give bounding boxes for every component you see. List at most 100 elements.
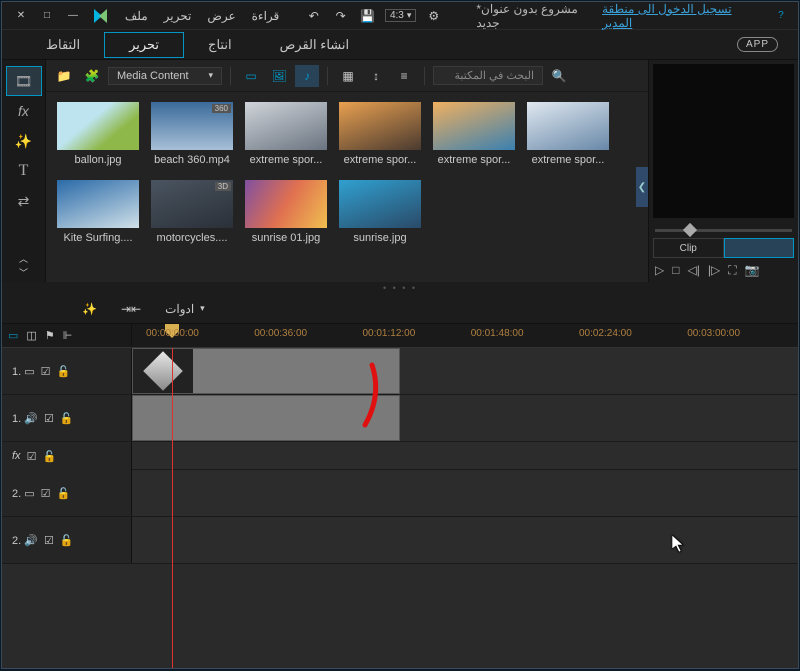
dropdown-label: Media Content [117,70,189,82]
track-lock-button[interactable]: 🔓 [60,534,74,547]
thumb-label: extreme spor... [244,154,328,166]
menu-edit[interactable]: تحرير [160,9,196,23]
sort-button[interactable]: ↕ [364,65,388,87]
media-thumb[interactable]: sunrise 01.jpg [244,180,328,244]
project-title: *مشروع بدون عنوان جديد [476,2,586,30]
transition-room-button[interactable]: ⇄ [6,186,42,216]
timeline-snap-button[interactable]: ⊩ [63,329,73,342]
app-logo [94,7,113,25]
time-ruler[interactable]: 00:00:00:0000:00:36:0000:01:12:0000:01:4… [132,324,798,347]
thumb-label: ballon.jpg [56,154,140,166]
track-lock-button[interactable]: 🔓 [60,412,74,425]
track-body[interactable] [132,470,798,516]
track-lock-button[interactable]: 🔓 [57,365,71,378]
save-button[interactable]: 💾 [358,6,377,26]
undo-button[interactable]: ↶ [304,6,323,26]
filter-image-button[interactable]: 🖼 [267,65,291,87]
help-button[interactable]: ? [770,6,792,26]
timeline: ▭ ◫ ⚑ ⊩ 00:00:00:0000:00:36:0000:01:12:0… [2,324,798,668]
tab-capture[interactable]: التقاط [22,33,104,57]
ruler-tick: 00:01:12:00 [362,328,415,339]
ruler-tick: 00:03:00:00 [687,328,740,339]
side-collapse-up[interactable]: ︿ [17,252,31,264]
settings-button[interactable]: ⚙ [424,6,443,26]
timeline-markers-button[interactable]: ⚑ [45,329,55,342]
track-enable-checkbox[interactable]: ☑ [44,412,54,425]
plugin-button[interactable]: 🧩 [80,65,104,87]
signin-link[interactable]: تسجيل الدخول الى منطقة المدير [602,2,742,30]
filter-audio-button[interactable]: ♪ [295,65,319,87]
app-store-button[interactable]: APP [737,37,778,52]
maximize-button[interactable]: □ [34,6,60,26]
tab-disc[interactable]: انشاء القرص [256,33,374,57]
fx-room-button[interactable]: fx [6,96,42,126]
stop-button[interactable]: □ [672,263,679,277]
search-input[interactable]: البحث في المكتبة [433,66,543,85]
media-thumb[interactable]: extreme spor... [338,102,422,166]
aspect-ratio-button[interactable]: 4:3▾ [385,9,416,22]
track-enable-checkbox[interactable]: ☑ [44,534,54,547]
track-lock-button[interactable]: 🔓 [42,450,56,463]
room-tabs: التقاط تحرير انتاج انشاء القرص APP [2,30,798,60]
media-thumb[interactable]: 360beach 360.mp4 [150,102,234,166]
magic-tools-button[interactable]: ✨ [82,302,97,316]
titlebar: ✕ □ — ملف تحرير عرض قراءة ↶ ↷ 💾 4:3▾ ⚙ *… [2,2,798,30]
minimize-button[interactable]: — [60,6,86,26]
timeline-fit-button[interactable]: ◫ [26,329,36,342]
track-label: 1. ▭ [12,365,35,378]
filter-video-button[interactable]: ▭ [239,65,263,87]
horizontal-splitter[interactable]: • • • • [2,282,798,294]
clip-tab[interactable]: Clip [653,238,724,258]
preview-slider[interactable] [649,222,798,238]
movie-tab[interactable] [724,238,795,258]
split-button[interactable]: ⇥⇤ [121,302,141,316]
side-toolbar: 🎞 fx ✨ T ⇄ ︿ ﹀ [2,60,46,282]
track-enable-checkbox[interactable]: ☑ [41,365,51,378]
media-library: 📁 🧩 Media Content▾ ▭ 🖼 ♪ ▦ ↕ ≡ البحث في … [46,60,648,282]
media-thumb[interactable]: Kite Surfing.... [56,180,140,244]
tools-dropdown[interactable]: ادوات▾ [165,302,205,316]
particle-room-button[interactable]: ✨ [6,126,42,156]
title-room-button[interactable]: T [6,156,42,186]
search-button[interactable]: 🔍 [547,65,571,87]
media-thumb[interactable]: ballon.jpg [56,102,140,166]
library-category-dropdown[interactable]: Media Content▾ [108,67,222,85]
next-frame-button[interactable]: |▷ [708,263,720,277]
library-menu-button[interactable]: ≡ [392,65,416,87]
tab-edit[interactable]: تحرير [104,32,184,58]
media-room-button[interactable]: 🎞 [6,66,42,96]
track-body[interactable] [132,517,798,563]
annotation-arrow [357,360,387,430]
media-thumb[interactable]: extreme spor... [244,102,328,166]
menu-view[interactable]: عرض [203,9,239,23]
media-thumb[interactable]: extreme spor... [432,102,516,166]
preview-screen [653,64,794,218]
media-thumb[interactable]: extreme spor... [526,102,610,166]
thumb-label: beach 360.mp4 [150,154,234,166]
library-expand-tab[interactable]: ❮ [636,167,648,207]
media-thumb[interactable]: sunrise.jpg [338,180,422,244]
timeline-view-button[interactable]: ▭ [8,329,18,342]
track-enable-checkbox[interactable]: ☑ [27,450,37,463]
track-body[interactable] [132,348,798,394]
play-button[interactable]: ▷ [655,263,664,277]
fullscreen-button[interactable]: ⛶ [728,263,736,278]
tab-produce[interactable]: انتاج [184,33,256,57]
track-enable-checkbox[interactable]: ☑ [41,487,51,500]
preview-panel: Clip ▷ □ ◁| |▷ ⛶ 📷 [648,60,798,282]
slider-thumb[interactable] [683,222,697,236]
prev-frame-button[interactable]: ◁| [687,263,699,277]
import-button[interactable]: 📁 [52,65,76,87]
media-thumb[interactable]: 3Dmotorcycles.... [150,180,234,244]
track-2-audio: 2. 🔊 ☑ 🔓 [2,517,798,564]
menu-file[interactable]: ملف [121,9,152,23]
track-body[interactable] [132,442,798,469]
track-lock-button[interactable]: 🔓 [57,487,71,500]
close-button[interactable]: ✕ [8,6,34,26]
menu-play[interactable]: قراءة [248,9,284,23]
grid-view-button[interactable]: ▦ [336,65,360,87]
redo-button[interactable]: ↷ [331,6,350,26]
track-body[interactable] [132,395,798,441]
side-collapse-down[interactable]: ﹀ [17,266,31,278]
snapshot-button[interactable]: 📷 [745,263,760,277]
